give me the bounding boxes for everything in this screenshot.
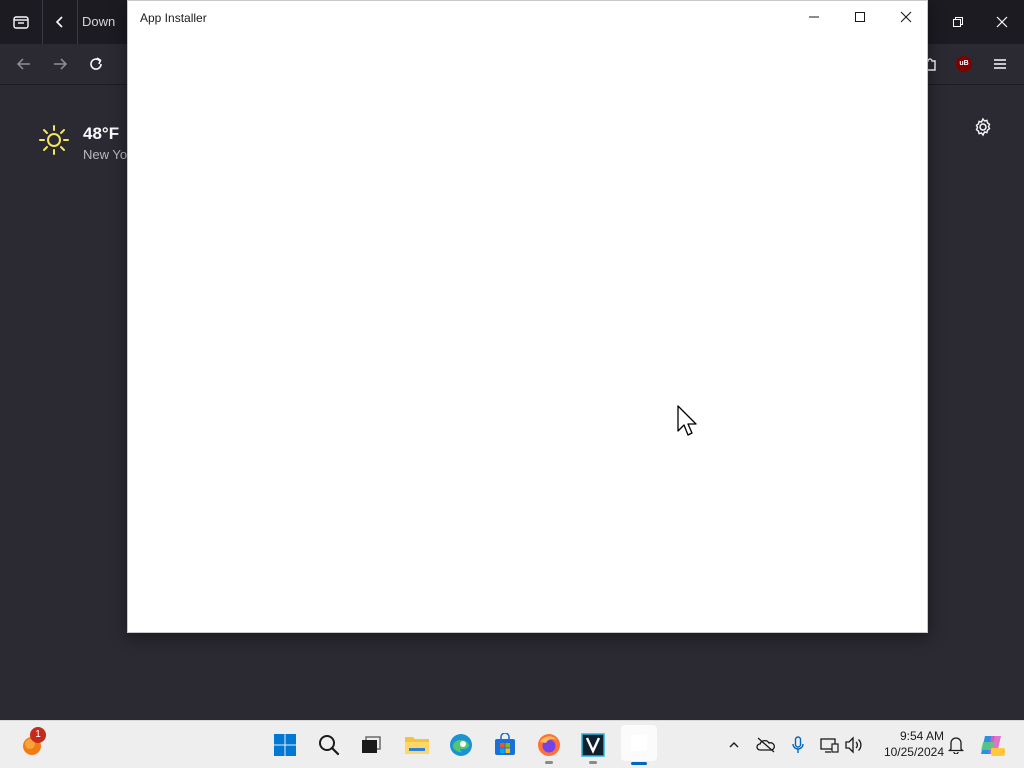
minimize-icon [809, 16, 819, 18]
vmware-icon [581, 733, 605, 757]
copilot-icon [981, 736, 1005, 756]
menu-button[interactable] [986, 50, 1014, 78]
microphone-tray-button[interactable] [788, 735, 808, 755]
task-view-button[interactable] [355, 729, 387, 761]
app-installer-icon [631, 735, 647, 751]
app-installer-taskbar-button[interactable] [621, 725, 657, 765]
show-hidden-icons-button[interactable] [724, 735, 744, 755]
start-button[interactable] [269, 729, 301, 761]
firefox-icon [538, 734, 560, 756]
ublock-label: uB [959, 60, 969, 67]
running-indicator [589, 761, 597, 764]
notifications-button[interactable] [946, 735, 966, 755]
tab-list-icon [13, 16, 29, 29]
weather-temperature: 48°F [83, 124, 120, 143]
taskbar [0, 720, 1024, 768]
search-icon [319, 735, 340, 756]
clock-date: 10/25/2024 [883, 745, 944, 759]
volume-tray-button[interactable] [844, 735, 864, 755]
chevron-up-icon [729, 742, 739, 748]
copilot-button[interactable] [976, 729, 1008, 761]
taskbar-clock[interactable]: 9:54 AM 10/25/2024 [872, 728, 944, 760]
chevron-left-icon [55, 16, 63, 28]
hamburger-menu-icon [994, 59, 1006, 69]
network-tray-button[interactable] [819, 735, 839, 755]
speaker-icon [845, 736, 862, 754]
restore-icon [953, 17, 963, 27]
bell-icon [948, 737, 964, 754]
running-indicator [545, 761, 553, 764]
network-icon [820, 738, 839, 753]
vmware-button[interactable] [577, 729, 609, 764]
forward-button[interactable] [46, 50, 74, 78]
folder-icon [405, 737, 429, 754]
active-indicator [631, 762, 647, 765]
tab-scroll-back-button[interactable] [43, 0, 78, 44]
back-button[interactable] [10, 50, 38, 78]
tab-list-button[interactable] [0, 0, 43, 44]
close-button[interactable] [883, 1, 929, 33]
weather-location: New Yo [83, 147, 128, 162]
mouse-pointer-icon [677, 405, 697, 436]
browser-tab-title: Down [82, 14, 116, 29]
minimize-button[interactable] [791, 1, 837, 33]
sun-icon [39, 125, 69, 155]
reload-button[interactable] [82, 50, 110, 78]
gear-icon [975, 117, 991, 137]
browser-close-button[interactable] [982, 0, 1022, 44]
onedrive-tray-button[interactable] [756, 735, 776, 755]
task-view-icon [362, 736, 381, 753]
ublock-icon: uB [956, 56, 972, 72]
arrow-left-icon [16, 58, 30, 70]
app-installer-window: App Installer [127, 0, 928, 633]
edge-icon [450, 734, 472, 756]
windows-logo-icon [274, 734, 296, 756]
browser-restore-button[interactable] [938, 0, 978, 44]
widgets-notification-badge: 1 [30, 727, 46, 743]
file-explorer-button[interactable] [401, 729, 433, 761]
ublock-extension-button[interactable]: uB [950, 50, 978, 78]
new-tab-settings-button[interactable] [972, 116, 994, 138]
firefox-button[interactable] [533, 729, 565, 764]
store-icon [495, 733, 515, 755]
window-title: App Installer [140, 11, 207, 25]
reload-icon [90, 57, 102, 70]
close-icon [900, 11, 912, 23]
cloud-offline-icon [756, 737, 775, 753]
microphone-icon [792, 736, 804, 753]
edge-button[interactable] [445, 729, 477, 761]
maximize-icon [855, 12, 865, 22]
search-button[interactable] [313, 729, 345, 761]
arrow-right-icon [54, 58, 68, 70]
clock-time: 9:54 AM [899, 729, 944, 743]
app-installer-content [128, 33, 927, 632]
microsoft-store-button[interactable] [489, 729, 521, 761]
maximize-button[interactable] [837, 1, 883, 33]
close-icon [996, 16, 1008, 28]
